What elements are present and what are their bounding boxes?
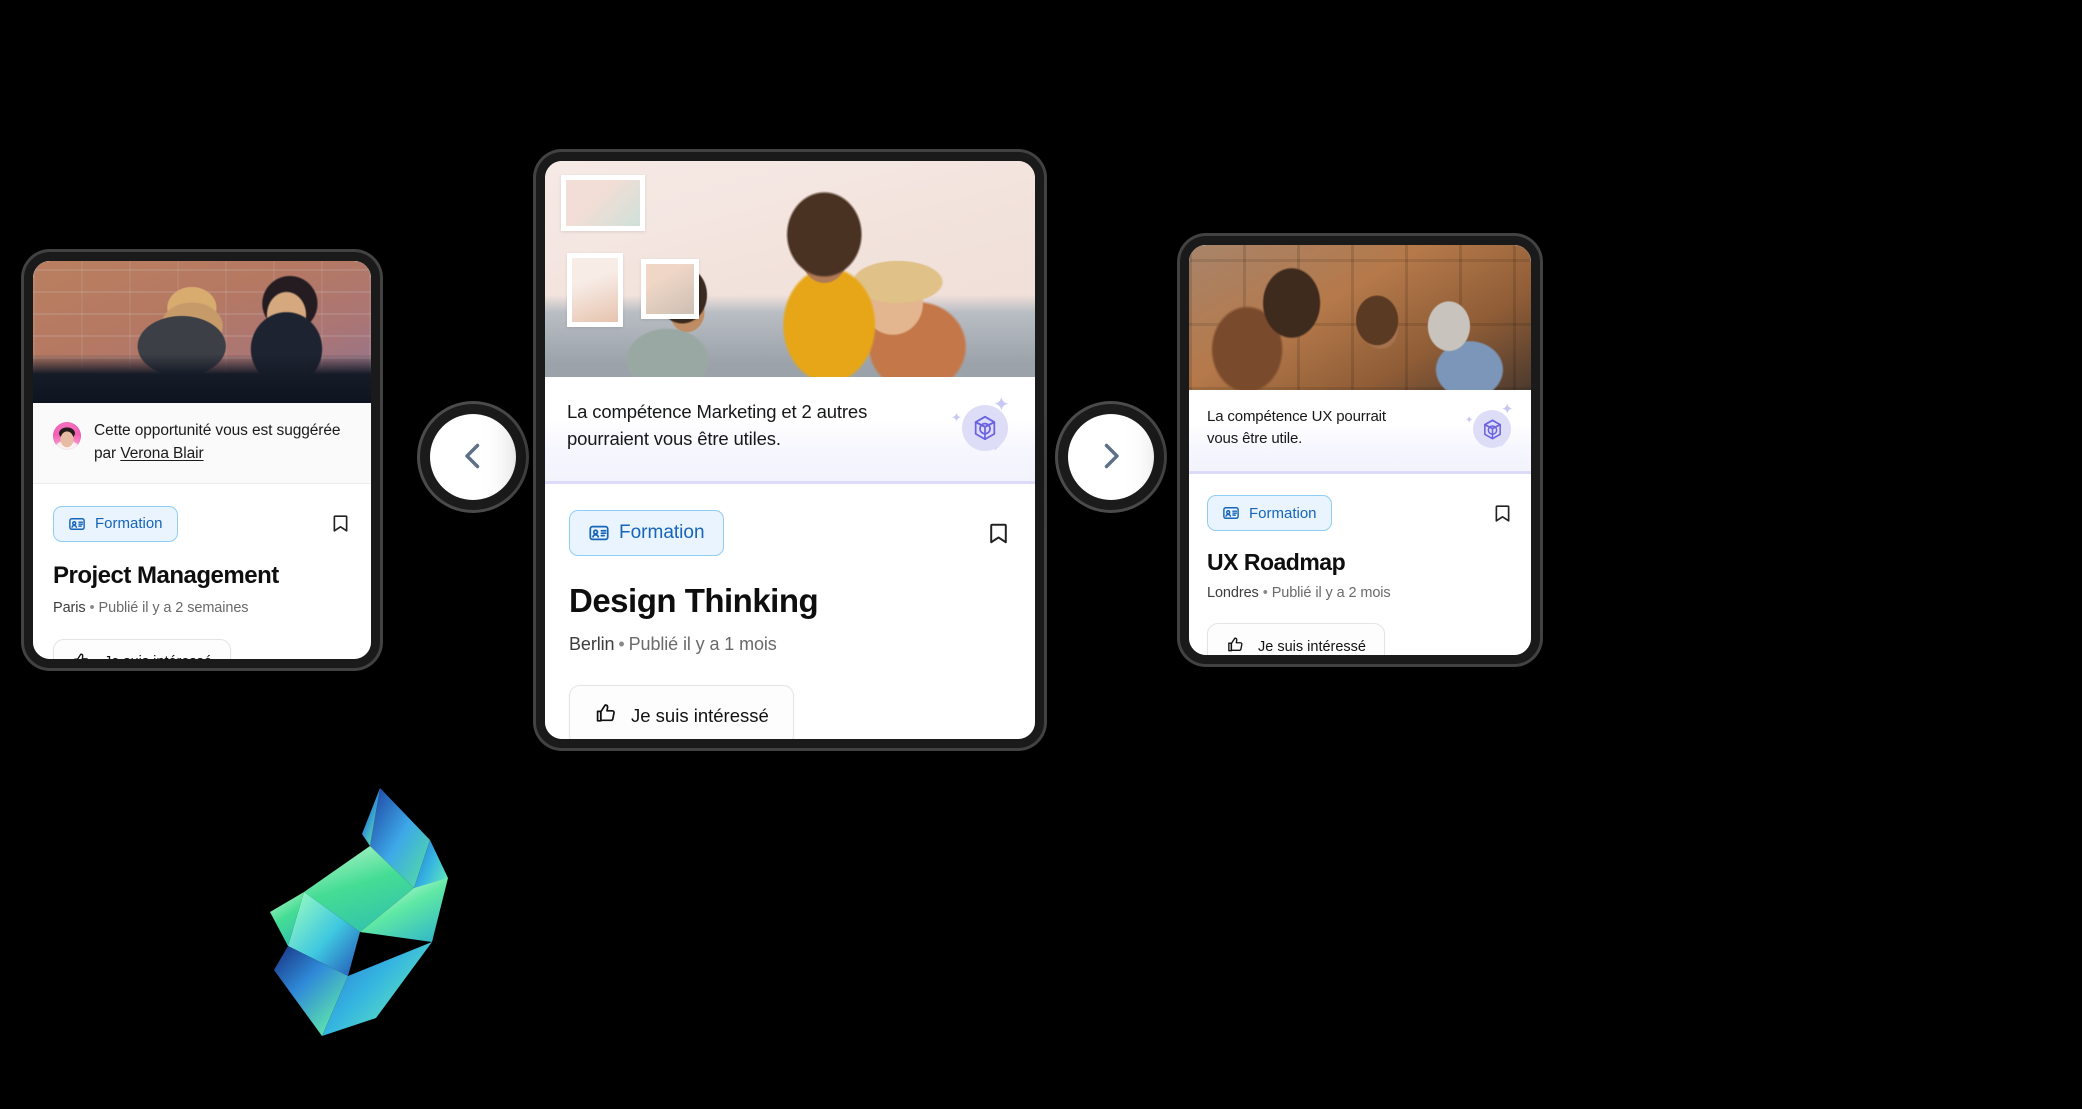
card-title: Project Management [53,561,279,589]
meta-separator: • [89,599,95,616]
card-image-project-management [33,261,371,403]
id-card-icon [588,522,610,544]
sparkle-icon-small: ✦ [1465,415,1474,426]
card-meta: Londres • Publié il y a 2 mois [1207,585,1513,601]
badge-formation[interactable]: Formation [53,505,178,542]
card-title: Design Thinking [569,582,819,619]
suggestion-text: Cette opportunité vous est suggérée par … [94,420,340,466]
card-location: Londres [1207,585,1259,601]
ai-gem-icon: ✦ ✦ ✦ [1465,402,1515,454]
interested-button-label: Je suis intéressé [104,654,212,659]
sparkle-icon-small: ✦ [951,410,962,425]
interested-button-label: Je suis intéressé [1258,638,1366,655]
id-card-icon [1222,504,1240,522]
interested-button-label: Je suis intéressé [631,704,769,726]
card-meta: Paris • Publié il y a 2 semaines [53,600,351,616]
badge-formation-label: Formation [619,522,705,543]
faceted-crystal-decoration [252,770,452,1040]
chevron-left-icon [455,438,491,477]
skill-line2: vous être utile. [1207,429,1303,447]
interested-button[interactable]: Je suis intéressé [1207,623,1385,655]
previous-slide-button[interactable] [430,414,516,500]
card-title: UX Roadmap [1207,549,1346,575]
opportunity-card-left[interactable]: Cette opportunité vous est suggérée par … [24,252,380,668]
avatar [53,422,81,450]
card-image-ux-roadmap [1189,245,1531,390]
opportunity-card-right[interactable]: La compétence UX pourrait vous être util… [1180,236,1540,664]
card-image-design-thinking [545,161,1035,377]
card-meta: Berlin • Publié il y a 1 mois [569,634,1011,655]
bookmark-icon[interactable] [330,513,351,534]
id-card-icon [68,515,86,533]
skill-suggestion-text: La compétence Marketing et 2 autres pour… [567,399,867,452]
skill-line2: pourraient vous être utiles. [567,427,781,449]
card-location: Berlin [569,634,615,654]
interested-button[interactable]: Je suis intéressé [569,685,794,739]
badge-formation[interactable]: Formation [1207,495,1332,531]
suggestion-line1: Cette opportunité vous est suggérée [94,422,341,439]
skill-suggestion-banner: La compétence Marketing et 2 autres pour… [545,377,1035,484]
bookmark-icon[interactable] [1492,503,1513,524]
skill-line1: La compétence Marketing et 2 autres [567,401,868,422]
badge-formation[interactable]: Formation [569,510,724,556]
card-location: Paris [53,599,86,616]
thumbs-up-icon [594,701,618,730]
badge-formation-label: Formation [95,515,163,533]
bookmark-icon[interactable] [986,521,1011,546]
card-published: Publié il y a 2 mois [1271,585,1391,601]
suggestion-prefix: par [94,444,121,462]
meta-separator: • [1262,585,1268,601]
skill-line1: La compétence UX pourrait [1207,408,1386,425]
card-published: Publié il y a 1 mois [628,634,777,654]
skill-suggestion-banner: La compétence UX pourrait vous être util… [1189,390,1531,474]
suggestion-author-link[interactable]: Verona Blair [120,445,203,462]
badge-row: Formation [1207,495,1513,531]
ai-gem-icon: ✦ ✦ ✦ [951,395,1013,457]
card-published: Publié il y a 2 semaines [98,599,249,616]
thumbs-up-icon [1226,635,1245,655]
badge-row: Formation [53,505,351,542]
suggestion-header: Cette opportunité vous est suggérée par … [33,403,371,484]
badge-row: Formation [569,510,1011,556]
skill-suggestion-text: La compétence UX pourrait vous être util… [1207,406,1386,450]
thumbs-up-icon [72,651,91,659]
opportunity-card-center[interactable]: La compétence Marketing et 2 autres pour… [536,152,1044,748]
next-slide-button[interactable] [1068,414,1154,500]
interested-button[interactable]: Je suis intéressé [53,638,231,659]
carousel-stage: Cette opportunité vous est suggérée par … [0,0,2082,1109]
chevron-right-icon [1093,438,1129,477]
badge-formation-label: Formation [1249,504,1317,522]
meta-separator: • [618,634,625,654]
